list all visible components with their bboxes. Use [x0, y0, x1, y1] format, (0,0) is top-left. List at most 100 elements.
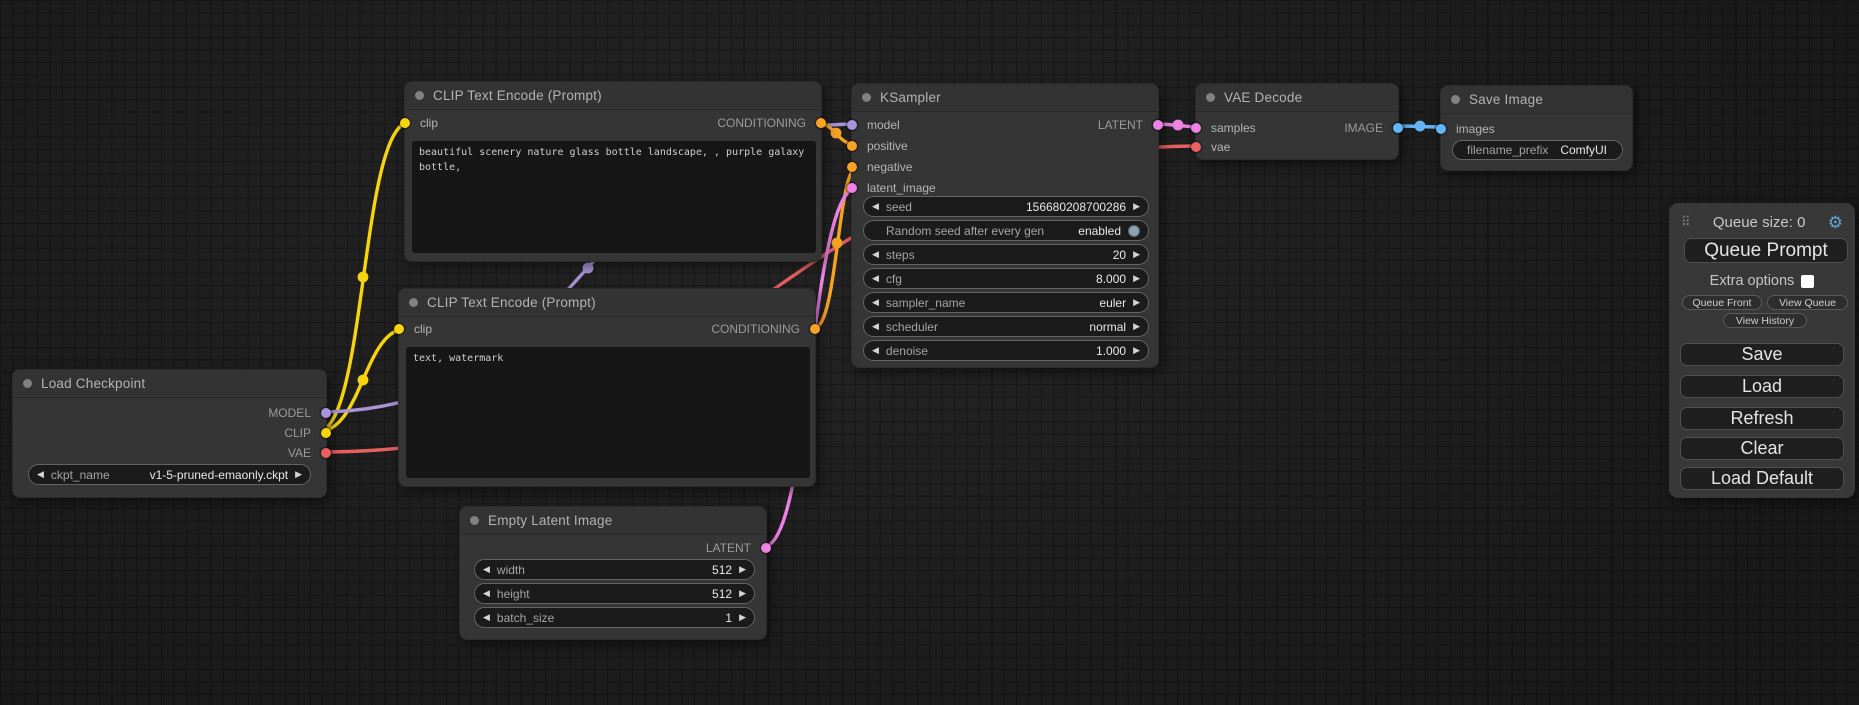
node-title-bar[interactable]: Load Checkpoint [13, 370, 326, 398]
link-dot[interactable] [832, 238, 843, 249]
view-queue-button[interactable]: View Queue [1767, 295, 1848, 310]
node-clip-text-encode-positive[interactable]: CLIP Text Encode (Prompt) clip CONDITION… [404, 81, 822, 262]
input-slot-latent-image[interactable]: latent_image [852, 181, 936, 195]
left-arrow-icon[interactable]: ◀ [483, 565, 490, 574]
left-arrow-icon[interactable]: ◀ [872, 346, 879, 355]
input-slot-model[interactable]: model [852, 118, 900, 132]
sampler-name-widget[interactable]: ◀ sampler_name euler ▶ [863, 292, 1149, 313]
node-title-bar[interactable]: VAE Decode [1196, 84, 1398, 112]
save-button[interactable]: Save [1680, 343, 1844, 366]
link-dot[interactable] [1173, 120, 1184, 131]
latent-slot-dot[interactable] [761, 543, 771, 553]
scheduler-widget[interactable]: ◀ scheduler normal ▶ [863, 316, 1149, 337]
image-slot-dot[interactable] [1436, 124, 1446, 134]
right-arrow-icon[interactable]: ▶ [1133, 346, 1140, 355]
node-title-bar[interactable]: Empty Latent Image [460, 507, 766, 535]
cfg-widget[interactable]: ◀ cfg 8.000 ▶ [863, 268, 1149, 289]
right-arrow-icon[interactable]: ▶ [295, 470, 302, 479]
refresh-button[interactable]: Refresh [1680, 407, 1844, 430]
left-arrow-icon[interactable]: ◀ [872, 322, 879, 331]
node-ksampler[interactable]: KSampler model positive negative latent_… [851, 83, 1159, 368]
steps-widget[interactable]: ◀ steps 20 ▶ [863, 244, 1149, 265]
load-button[interactable]: Load [1680, 375, 1844, 398]
queue-front-button[interactable]: Queue Front [1682, 295, 1762, 310]
conditioning-slot-dot[interactable] [810, 324, 820, 334]
node-title-bar[interactable]: Save Image [1441, 86, 1632, 114]
input-slot-clip[interactable]: clip [399, 322, 432, 336]
model-slot-dot[interactable] [321, 408, 331, 418]
gear-icon[interactable]: ⚙ [1828, 214, 1843, 231]
output-slot-conditioning[interactable]: CONDITIONING [711, 322, 815, 336]
input-slot-positive[interactable]: positive [852, 139, 908, 153]
node-empty-latent-image[interactable]: Empty Latent Image LATENT ◀ width 512 ▶ … [459, 506, 767, 640]
input-slot-images[interactable]: images [1441, 122, 1495, 136]
model-slot-dot[interactable] [847, 120, 857, 130]
load-default-button[interactable]: Load Default [1680, 467, 1844, 490]
width-widget[interactable]: ◀ width 512 ▶ [474, 559, 755, 580]
batch-size-widget[interactable]: ◀ batch_size 1 ▶ [474, 607, 755, 628]
toggle-dot-icon[interactable] [1128, 225, 1140, 237]
collapse-dot-icon[interactable] [862, 93, 871, 102]
left-arrow-icon[interactable]: ◀ [483, 589, 490, 598]
left-arrow-icon[interactable]: ◀ [872, 274, 879, 283]
extra-options-checkbox[interactable] [1801, 275, 1814, 288]
clip-slot-dot[interactable] [394, 324, 404, 334]
collapse-dot-icon[interactable] [23, 379, 32, 388]
left-arrow-icon[interactable]: ◀ [483, 613, 490, 622]
right-arrow-icon[interactable]: ▶ [739, 565, 746, 574]
drag-handle-icon[interactable]: ⠿ [1681, 214, 1691, 230]
vae-slot-dot[interactable] [321, 448, 331, 458]
collapse-dot-icon[interactable] [415, 91, 424, 100]
image-slot-dot[interactable] [1393, 123, 1403, 133]
conditioning-slot-dot[interactable] [847, 141, 857, 151]
ckpt-name-widget[interactable]: ◀ ckpt_name v1-5-pruned-emaonly.ckpt ▶ [28, 464, 311, 485]
collapse-dot-icon[interactable] [409, 298, 418, 307]
output-slot-latent[interactable]: LATENT [706, 541, 766, 555]
left-arrow-icon[interactable]: ◀ [872, 250, 879, 259]
link-dot[interactable] [583, 263, 594, 274]
node-clip-text-encode-negative[interactable]: CLIP Text Encode (Prompt) clip CONDITION… [398, 288, 816, 487]
node-title-bar[interactable]: CLIP Text Encode (Prompt) [399, 289, 815, 317]
right-arrow-icon[interactable]: ▶ [739, 589, 746, 598]
link-dot[interactable] [358, 375, 369, 386]
denoise-widget[interactable]: ◀ denoise 1.000 ▶ [863, 340, 1149, 361]
right-arrow-icon[interactable]: ▶ [1133, 322, 1140, 331]
left-arrow-icon[interactable]: ◀ [872, 202, 879, 211]
height-widget[interactable]: ◀ height 512 ▶ [474, 583, 755, 604]
output-slot-latent[interactable]: LATENT [1098, 118, 1158, 132]
left-arrow-icon[interactable]: ◀ [872, 298, 879, 307]
positive-prompt-textarea[interactable]: beautiful scenery nature glass bottle la… [412, 141, 816, 253]
link-dot[interactable] [358, 272, 369, 283]
link-dot[interactable] [831, 128, 842, 139]
input-slot-vae[interactable]: vae [1196, 140, 1230, 154]
left-arrow-icon[interactable]: ◀ [37, 470, 44, 479]
right-arrow-icon[interactable]: ▶ [1133, 250, 1140, 259]
conditioning-slot-dot[interactable] [847, 162, 857, 172]
latent-slot-dot[interactable] [847, 183, 857, 193]
output-slot-clip[interactable]: CLIP [284, 426, 326, 440]
filename-prefix-widget[interactable]: filename_prefix ComfyUI [1452, 140, 1623, 160]
input-slot-samples[interactable]: samples [1196, 121, 1256, 135]
node-title-bar[interactable]: KSampler [852, 84, 1158, 112]
seed-widget[interactable]: ◀ seed 156680208700286 ▶ [863, 196, 1149, 217]
output-slot-model[interactable]: MODEL [268, 406, 326, 420]
latent-slot-dot[interactable] [1191, 123, 1201, 133]
input-slot-clip[interactable]: clip [405, 116, 438, 130]
output-slot-image[interactable]: IMAGE [1344, 121, 1398, 135]
right-arrow-icon[interactable]: ▶ [1133, 274, 1140, 283]
node-vae-decode[interactable]: VAE Decode samples vae IMAGE [1195, 83, 1399, 160]
node-save-image[interactable]: Save Image images filename_prefix ComfyU… [1440, 85, 1633, 171]
output-slot-conditioning[interactable]: CONDITIONING [717, 116, 821, 130]
collapse-dot-icon[interactable] [1206, 93, 1215, 102]
clear-button[interactable]: Clear [1680, 437, 1844, 460]
negative-prompt-textarea[interactable]: text, watermark [406, 347, 810, 478]
clip-slot-dot[interactable] [400, 118, 410, 128]
node-load-checkpoint[interactable]: Load Checkpoint MODEL CLIP VAE ◀ ckpt_na… [12, 369, 327, 498]
queue-prompt-button[interactable]: Queue Prompt [1684, 238, 1848, 263]
right-arrow-icon[interactable]: ▶ [1133, 298, 1140, 307]
latent-slot-dot[interactable] [1153, 120, 1163, 130]
conditioning-slot-dot[interactable] [816, 118, 826, 128]
node-title-bar[interactable]: CLIP Text Encode (Prompt) [405, 82, 821, 110]
link-dot[interactable] [1415, 121, 1426, 132]
view-history-button[interactable]: View History [1723, 313, 1807, 328]
